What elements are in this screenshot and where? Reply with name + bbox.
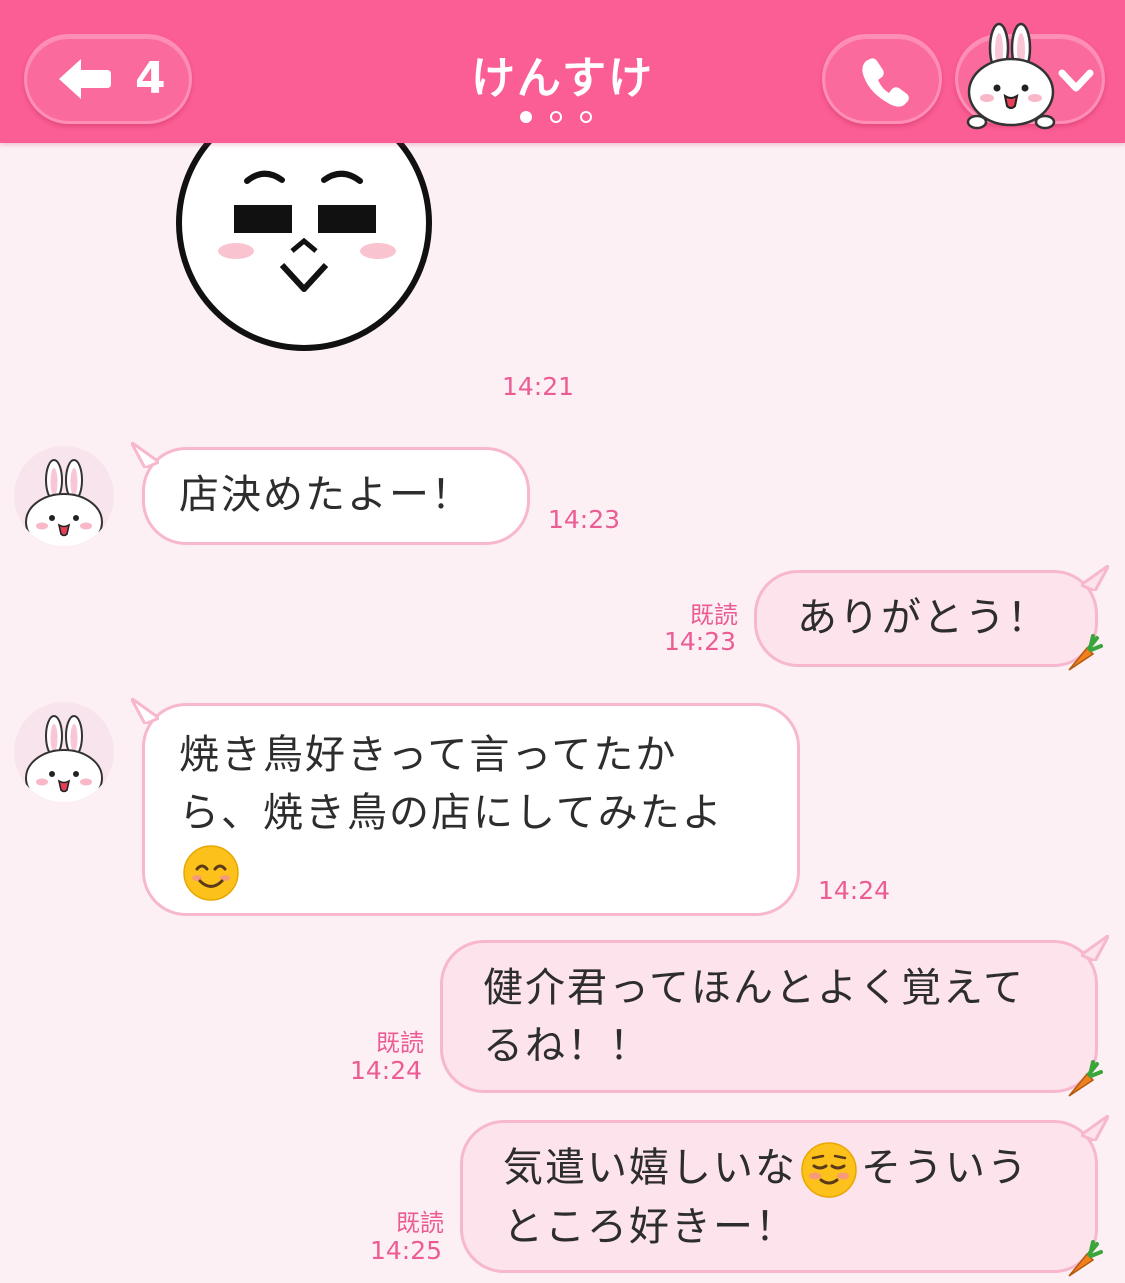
read-receipt: 既読	[396, 1209, 444, 1237]
page-dot	[550, 111, 562, 123]
message-text: 気遣い嬉しいな	[503, 1145, 797, 1191]
message-list[interactable]: 14:21 店決めたよー！ 14:23 既読 14:23 ありがとう！ 焼き鳥好…	[0, 133, 1125, 1283]
message-text: ありがとう！	[797, 595, 1049, 641]
call-button[interactable]	[822, 34, 942, 124]
chat-screen: 4 けんすけ 14:21 店決めたよー！ 14:23 既読 14:23 ありがと…	[0, 0, 1125, 1283]
message-text-line: るね！！	[483, 1023, 651, 1069]
bunny-avatar-icon	[25, 715, 103, 802]
outgoing-bubble[interactable]: 健介君ってほんとよく覚えて るね！！	[440, 935, 1109, 1097]
message-text-line: 焼き鳥好きって言ってたか	[179, 732, 678, 778]
message-text-line: 健介君ってほんとよく覚えて	[483, 965, 1025, 1011]
read-receipt: 既読	[690, 601, 738, 629]
contact-avatar[interactable]	[14, 702, 114, 802]
moon-sticker[interactable]	[172, 133, 436, 355]
incoming-bubble[interactable]: 店決めたよー！	[131, 442, 530, 545]
page-dot	[580, 111, 592, 123]
message-text-line: ところ好きー！	[503, 1204, 797, 1250]
phone-icon	[862, 58, 909, 107]
page-indicator	[520, 111, 592, 123]
outgoing-bubble[interactable]: 気遣い嬉しいな そういう ところ好きー！	[460, 1115, 1109, 1277]
relieved-smile-emoji	[801, 1142, 857, 1198]
message-time: 14:25	[370, 1236, 443, 1265]
bubble-tail	[1081, 1115, 1109, 1141]
carrot-icon	[1068, 634, 1103, 671]
page-dot	[520, 111, 532, 123]
message-time: 14:23	[548, 505, 621, 534]
message-text-line: ら、焼き鳥の店にしてみたよ	[179, 790, 724, 836]
bubble-tail	[1081, 565, 1109, 591]
read-receipt: 既読	[376, 1029, 424, 1057]
message-time: 14:24	[818, 876, 891, 905]
bubble-tail	[131, 442, 159, 468]
smiling-face-emoji	[183, 845, 239, 901]
bunny-avatar-icon	[966, 22, 1056, 130]
message-text: 店決めたよー！	[179, 472, 473, 518]
carrot-icon	[1068, 1240, 1103, 1277]
message-time: 14:24	[350, 1056, 423, 1085]
message-text: そういう	[861, 1145, 1029, 1191]
incoming-bubble[interactable]: 焼き鳥好きって言ってたか ら、焼き鳥の店にしてみたよ	[131, 698, 800, 916]
carrot-icon	[1068, 1060, 1103, 1097]
bubble-tail	[131, 698, 159, 724]
outgoing-bubble[interactable]: ありがとう！	[754, 565, 1109, 671]
bubble-tail	[1081, 935, 1109, 961]
contact-avatar[interactable]	[14, 446, 114, 546]
message-time: 14:21	[502, 372, 575, 401]
chevron-down-icon	[1058, 69, 1094, 92]
bunny-avatar-icon	[25, 459, 103, 546]
message-time: 14:23	[664, 627, 737, 656]
chat-header: 4 けんすけ	[0, 0, 1125, 143]
